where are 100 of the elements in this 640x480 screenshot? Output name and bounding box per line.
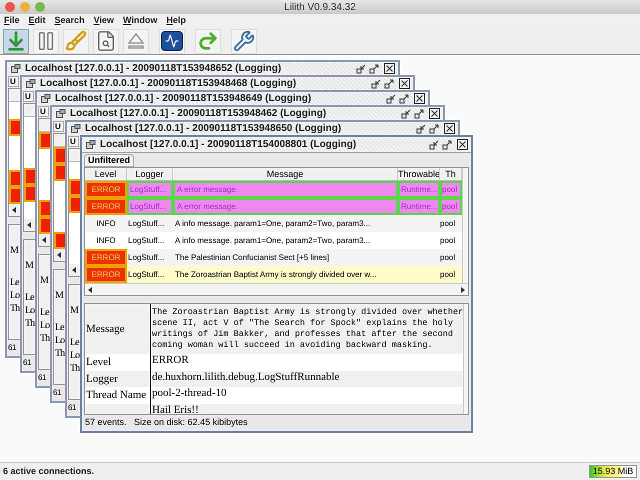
horizontal-scrollbar[interactable] [85, 283, 468, 295]
column-header[interactable]: Message [173, 168, 398, 180]
level-cell: ERROR [85, 249, 127, 266]
status-text: 61 [53, 387, 61, 399]
iconify-icon[interactable] [356, 64, 366, 74]
maximize-icon[interactable] [384, 78, 394, 88]
window-icon [41, 94, 51, 104]
window-icon [71, 124, 81, 134]
detail-label: Logger [86, 372, 118, 386]
table-cell-text: A info message. param1=One, param2=Two, param3... [174, 234, 372, 247]
window-icon [56, 108, 66, 118]
level-cell-text: INFO [95, 218, 117, 230]
iconify-icon[interactable] [386, 94, 396, 104]
table-cell: LogStuff... [127, 198, 173, 215]
detail-label: Lo [10, 290, 20, 301]
window-title: Localhost [127.0.0.1] - 20090118T153948462 (Logging) [70, 107, 326, 121]
close-button[interactable] [5, 2, 15, 12]
window-title-bar[interactable]: Localhost [127.0.0.1] - 20090118T153948462 (Logging) [50, 105, 445, 120]
table-row[interactable]: ERROR LogStuff... The Zoroastrian Baptist Army is strongly divided over w... pool [85, 266, 462, 283]
window-title-bar[interactable]: Localhost [127.0.0.1] - 20090118T154008801 (Logging) [82, 137, 471, 153]
close-icon[interactable] [429, 108, 440, 119]
table-cell-text: LogStuff... [127, 268, 166, 281]
status-text: 57 events. Size on disk: 62.45 kibibytes [85, 416, 248, 430]
close-icon[interactable] [444, 123, 455, 134]
detail-label: Th [70, 363, 80, 374]
table-cell: pool [440, 268, 456, 280]
table-cell-text: The Zoroastrian Baptist Army is strongly divided over w... [174, 268, 378, 281]
detail-label: M [10, 244, 19, 258]
scroll-left-icon[interactable] [71, 267, 77, 273]
scroll-left-icon[interactable] [87, 286, 93, 292]
table-cell-text: LogStuff... [127, 234, 166, 247]
menu-item[interactable]: Window [122, 14, 158, 28]
status-text: 6 active connections. [3, 464, 94, 478]
menu-item[interactable]: View [94, 14, 114, 28]
scroll-right-icon[interactable] [460, 286, 466, 292]
scroll-left-icon[interactable] [11, 207, 17, 213]
forward-arrow-icon [197, 30, 219, 52]
maximize-icon[interactable] [399, 94, 409, 104]
detail-label: Th [10, 303, 20, 314]
maximize-icon[interactable] [414, 108, 424, 118]
window-title-bar[interactable]: Localhost [127.0.0.1] - 20090118T153948649 (Logging) [35, 90, 430, 105]
detail-label: Thread Name [86, 388, 146, 403]
scroll-left-icon[interactable] [56, 252, 62, 258]
table-cell: pool [442, 200, 458, 212]
menu-item[interactable]: File [4, 14, 20, 28]
maximize-icon[interactable] [442, 140, 452, 150]
table-row[interactable]: ERROR LogStuff... The Palestinian Confucianist Sect [+5 lines] pool [85, 249, 462, 266]
scroll-left-icon[interactable] [26, 222, 32, 228]
tab[interactable]: U [53, 121, 64, 132]
iconify-icon[interactable] [401, 108, 411, 118]
tab[interactable]: Unfiltered [84, 154, 134, 167]
table-cell-text: A info message. param1=One, param2=Two, param3... [174, 218, 372, 230]
window-title-bar[interactable]: Localhost [127.0.0.1] - 20090118T153948652 (Logging) [5, 60, 400, 75]
table-cell: pool [440, 252, 456, 264]
menu-item[interactable]: Edit [28, 14, 46, 28]
tab[interactable]: U [8, 76, 19, 87]
detail-label: Lo [40, 320, 50, 331]
tab[interactable]: U [23, 91, 34, 102]
menu-item[interactable]: Search [54, 14, 85, 28]
download-icon [5, 30, 27, 52]
vertical-scrollbar[interactable] [463, 304, 468, 414]
detail-label: M [55, 289, 64, 303]
close-icon[interactable] [384, 63, 395, 74]
column-header[interactable]: Level [85, 168, 127, 180]
page-search-icon [95, 30, 117, 52]
detail-value: Hail Eris!! [152, 404, 200, 414]
tab[interactable]: U [38, 106, 49, 117]
table-cell: pool [442, 184, 458, 196]
table-row[interactable]: INFO LogStuff... A info message. param1=One, param2=Two, param3... pool [85, 215, 462, 232]
window-title-bar[interactable]: Localhost [127.0.0.1] - 20090118T153948468 (Logging) [20, 75, 415, 90]
table-cell-text: LogStuff... [127, 252, 166, 264]
window-title: Localhost [127.0.0.1] - 20090118T154008801 (Logging) [100, 138, 356, 152]
table-cell: LogStuff... [127, 181, 173, 198]
vertical-scrollbar[interactable] [462, 168, 468, 283]
table-cell: pool [440, 234, 456, 246]
close-icon[interactable] [457, 139, 468, 150]
maximize-icon[interactable] [429, 124, 439, 134]
close-icon[interactable] [399, 78, 410, 89]
detail-label: Le [40, 307, 49, 318]
detail-label: Th [55, 348, 64, 359]
iconify-icon[interactable] [371, 78, 381, 88]
detail-value: de.huxhorn.lilith.debug.LogStuffRunnable [152, 372, 340, 382]
tab[interactable]: U [68, 136, 79, 147]
column-header[interactable]: Logger [127, 168, 173, 180]
window-icon [11, 64, 21, 74]
detail-label: Level [86, 355, 112, 370]
level-cell: ERROR [85, 198, 127, 215]
maximize-icon[interactable] [369, 64, 379, 74]
close-icon[interactable] [414, 93, 425, 104]
detail-label: Le [25, 292, 34, 303]
detail-value: The Zoroastrian Baptist Army is strongly divided over whether scene II, act V of "The Search for Spock" explains the holy writings of Jim Bakker, and professes that after the second coming woman will succeed in avoiding backward masking. [152, 306, 464, 352]
scroll-left-icon[interactable] [41, 237, 47, 243]
menu-item[interactable]: Help [166, 14, 186, 28]
detail-label: Le [55, 322, 64, 333]
status-text: 61 [68, 402, 76, 414]
iconify-icon[interactable] [416, 124, 426, 134]
window-title: Localhost [127.0.0.1] - 20090118T153948468 (Logging) [40, 77, 296, 91]
window-title-bar[interactable]: Localhost [127.0.0.1] - 20090118T153948650 (Logging) [65, 120, 460, 135]
detail-label: Lo [70, 350, 80, 361]
iconify-icon[interactable] [429, 140, 439, 150]
